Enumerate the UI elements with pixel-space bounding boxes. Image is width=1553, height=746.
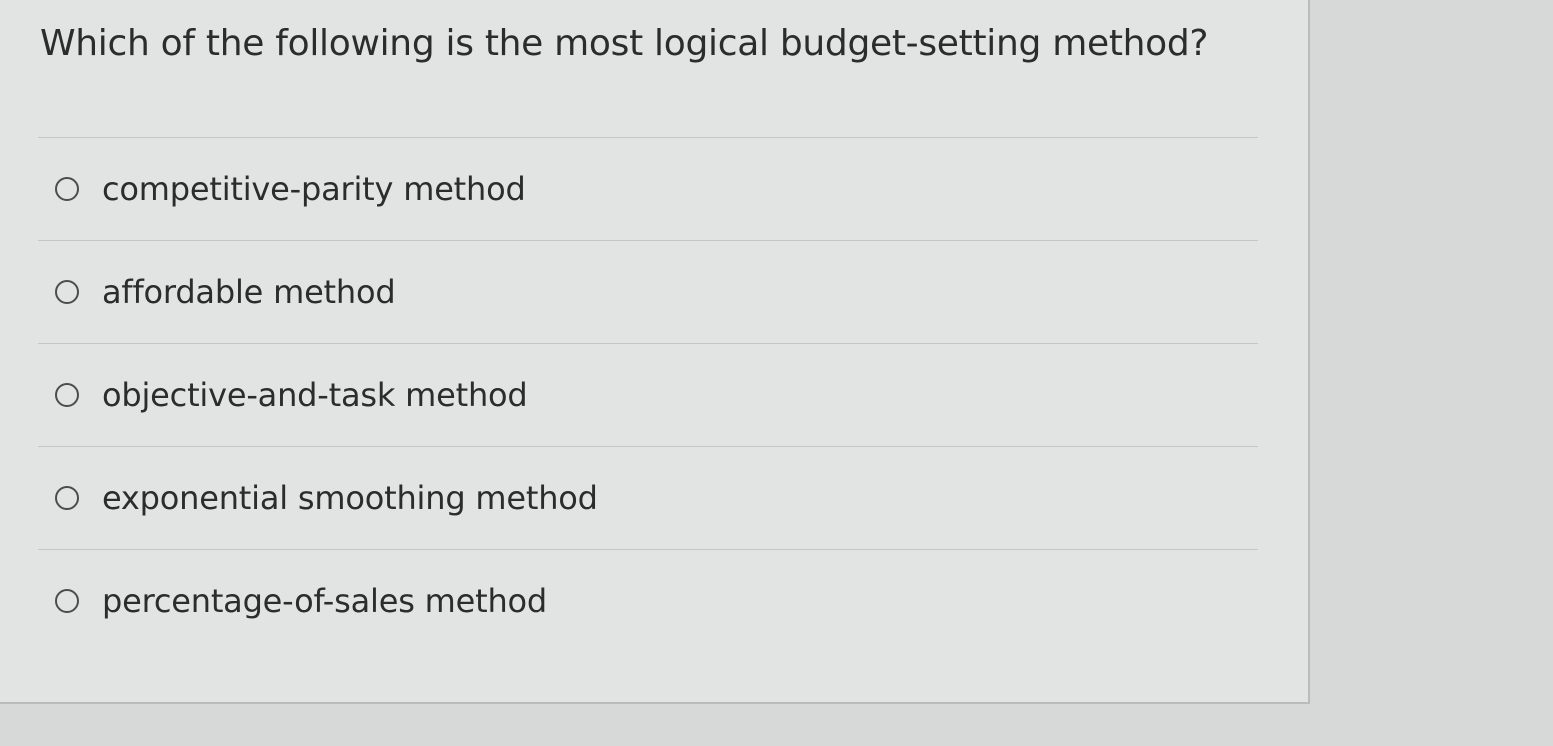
answer-label: exponential smoothing method xyxy=(102,479,598,517)
radio-button[interactable] xyxy=(55,589,79,613)
answer-option[interactable]: exponential smoothing method xyxy=(38,447,1258,550)
answer-option[interactable]: percentage-of-sales method xyxy=(38,550,1258,652)
answer-label: competitive-parity method xyxy=(102,170,526,208)
question-card: Which of the following is the most logic… xyxy=(0,0,1310,704)
answer-label: affordable method xyxy=(102,273,396,311)
question-text: Which of the following is the most logic… xyxy=(40,23,1209,64)
radio-button[interactable] xyxy=(55,177,79,201)
answer-label: percentage-of-sales method xyxy=(102,582,548,620)
answer-list: competitive-parity method affordable met… xyxy=(38,137,1258,652)
radio-button[interactable] xyxy=(55,486,79,510)
answer-label: objective-and-task method xyxy=(102,376,528,414)
answer-option[interactable]: competitive-parity method xyxy=(38,138,1258,241)
answer-option[interactable]: affordable method xyxy=(38,241,1258,344)
answer-option[interactable]: objective-and-task method xyxy=(38,344,1258,447)
radio-button[interactable] xyxy=(55,280,79,304)
radio-button[interactable] xyxy=(55,383,79,407)
